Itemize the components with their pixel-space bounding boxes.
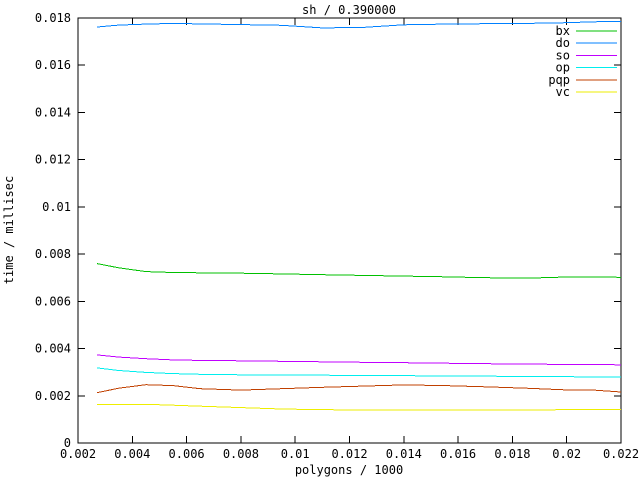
- x-tick-label: 0.018: [494, 447, 530, 461]
- legend-entry-vc: vc: [556, 85, 617, 99]
- x-axis-label: polygons / 1000: [295, 463, 403, 477]
- x-tick-label: 0.022: [603, 447, 639, 461]
- y-tick-label: 0: [64, 436, 71, 450]
- gnuplot-window: 0.002 0.004 0.006 0.008 0.01 0.012 0.014 0.016 0…: [0, 0, 640, 480]
- y-tick-label: 0.018: [35, 11, 71, 25]
- series-line-bx: [97, 264, 621, 279]
- y-axis-label: time / millisec: [2, 176, 16, 284]
- x-tick-label: 0.004: [114, 447, 150, 461]
- series-layer: [97, 21, 621, 410]
- series-line-so: [97, 355, 621, 365]
- series-line-vc: [97, 404, 621, 410]
- legend: bxdosooppqpvc: [548, 24, 617, 99]
- x-tick-label: 0.014: [386, 447, 422, 461]
- y-tick-label: 0.002: [35, 389, 71, 403]
- chart-title: sh / 0.390000: [302, 3, 396, 17]
- y-tick-label: 0.006: [35, 294, 71, 308]
- y-tick-label: 0.01: [42, 200, 71, 214]
- x-tick-label: 0.012: [331, 447, 367, 461]
- x-tick-label: 0.016: [440, 447, 476, 461]
- y-tick-label: 0.008: [35, 247, 71, 261]
- y-tick-label: 0.016: [35, 58, 71, 72]
- plot-border: [78, 18, 621, 443]
- x-tick-label: 0.01: [281, 447, 310, 461]
- series-line-op: [97, 368, 621, 377]
- x-tick-label: 0.02: [552, 447, 581, 461]
- series-line-do: [97, 21, 621, 28]
- y-tick-label: 0.012: [35, 153, 71, 167]
- y-tick-label: 0.014: [35, 105, 71, 119]
- chart-canvas: 0.002 0.004 0.006 0.008 0.01 0.012 0.014 0.016 0…: [0, 0, 640, 480]
- legend-label: vc: [556, 85, 570, 99]
- y-tick-label: 0.004: [35, 342, 71, 356]
- series-line-pqp: [97, 385, 621, 393]
- x-tick-label: 0.006: [169, 447, 205, 461]
- x-tick-label: 0.008: [223, 447, 259, 461]
